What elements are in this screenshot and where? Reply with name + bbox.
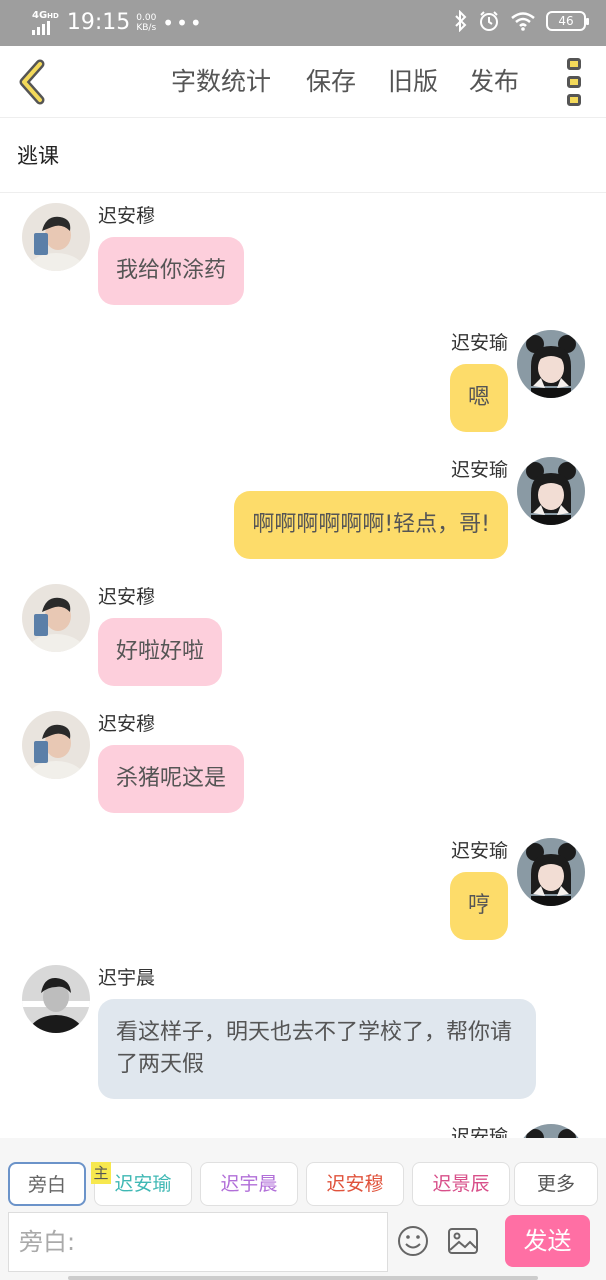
role-chi-anmu-button[interactable]: 迟安穆 <box>306 1162 404 1206</box>
message-bubble[interactable]: 我给你涂药 <box>98 237 245 305</box>
status-bar: 4GHD 19:15 0.00 KB/s ••• 46 <box>0 0 606 46</box>
message-bubble[interactable]: 杀猪呢这是 <box>98 745 245 813</box>
speaker-name: 迟安穆 <box>98 586 156 608</box>
avatar[interactable] <box>22 584 90 652</box>
avatar[interactable] <box>517 838 585 906</box>
role-narrator-button[interactable]: 旁白 <box>8 1162 86 1206</box>
role-chi-yuchen-button[interactable]: 迟宇晨 <box>200 1162 298 1206</box>
main-character-badge: 主 <box>91 1162 111 1184</box>
send-button[interactable]: 发送 <box>505 1215 590 1267</box>
emoji-button[interactable] <box>396 1224 430 1258</box>
girl-avatar-icon <box>517 330 585 398</box>
speaker-name: 迟宇晨 <box>98 967 156 989</box>
speaker-name: 迟安瑜 <box>450 1126 508 1138</box>
network-indicator: 4GHD <box>32 11 59 35</box>
back-chevron-icon <box>19 59 45 105</box>
story-title-row[interactable]: 逃课 <box>0 118 606 193</box>
avatar[interactable] <box>22 711 90 779</box>
network-type: 4G <box>32 10 48 21</box>
image-button[interactable] <box>446 1224 480 1258</box>
boy-avatar-icon <box>22 584 90 652</box>
avatar[interactable] <box>517 330 585 398</box>
menu-dot-icon <box>567 58 581 70</box>
save-button[interactable]: 保存 <box>306 64 356 100</box>
story-title: 逃课 <box>17 144 59 168</box>
alarm-icon <box>480 11 498 31</box>
publish-button[interactable]: 发布 <box>469 64 519 100</box>
menu-dot-icon <box>567 76 581 88</box>
status-right: 46 <box>454 10 589 32</box>
emoji-icon <box>398 1226 428 1256</box>
clock: 19:15 <box>66 10 131 35</box>
more-notifications-icon: ••• <box>162 11 204 35</box>
speaker-name: 迟安穆 <box>98 713 156 735</box>
composer: 发送 <box>0 1210 606 1280</box>
back-button[interactable] <box>14 58 54 106</box>
word-count-button[interactable]: 字数统计 <box>171 64 271 100</box>
bluetooth-icon <box>455 10 467 32</box>
speed-unit: KB/s <box>136 23 157 33</box>
speaker-name: 迟安穆 <box>98 205 156 227</box>
network-speed: 0.00 KB/s <box>136 13 156 33</box>
message-bubble[interactable]: 看这样子，明天也去不了学校了，帮你请了两天假 <box>98 999 536 1099</box>
editor-toolbar: 字数统计 保存 旧版 发布 <box>0 46 606 118</box>
role-chi-jingchen-button[interactable]: 迟景辰 <box>412 1162 510 1206</box>
speed-value: 0.00 <box>136 13 157 23</box>
menu-dot-icon <box>567 94 581 106</box>
chat-area[interactable]: 迟安穆 我给你涂药 迟安瑜 嗯 迟安瑜 啊啊啊啊啊啊!轻点，哥! 迟安穆 好啦好… <box>0 193 606 1138</box>
boy-avatar-icon <box>22 711 90 779</box>
message-bubble[interactable]: 好啦好啦 <box>98 618 223 686</box>
girl-avatar-icon <box>517 457 585 525</box>
old-version-button[interactable]: 旧版 <box>388 64 438 100</box>
battery-icon: 46 <box>546 11 589 31</box>
speaker-name: 迟安瑜 <box>450 840 508 862</box>
avatar[interactable] <box>22 203 90 271</box>
avatar[interactable] <box>517 1124 585 1138</box>
speaker-name: 迟安瑜 <box>450 332 508 354</box>
boy-avatar-icon <box>22 203 90 271</box>
girl-avatar-icon <box>517 1124 585 1138</box>
avatar[interactable] <box>517 457 585 525</box>
boy-avatar-icon <box>22 965 90 1033</box>
message-bubble[interactable]: 啊啊啊啊啊啊!轻点，哥! <box>234 491 508 559</box>
message-bubble[interactable]: 哼 <box>449 872 508 940</box>
avatar[interactable] <box>22 965 90 1033</box>
status-left: 4GHD 19:15 0.00 KB/s ••• <box>32 8 204 38</box>
network-sup: HD <box>47 12 59 20</box>
signal-icon <box>32 21 59 35</box>
girl-avatar-icon <box>517 838 585 906</box>
more-menu-button[interactable] <box>562 58 586 106</box>
scroll-indicator <box>68 1276 538 1280</box>
wifi-icon <box>511 12 535 31</box>
message-input[interactable] <box>8 1212 388 1272</box>
message-bubble[interactable]: 嗯 <box>449 364 508 432</box>
image-icon <box>448 1228 478 1254</box>
speaker-name: 迟安瑜 <box>450 459 508 481</box>
more-roles-button[interactable]: 更多 <box>514 1162 598 1206</box>
role-selector: 旁白 迟安瑜 主 迟宇晨 迟安穆 迟景辰 更多 <box>0 1138 606 1210</box>
